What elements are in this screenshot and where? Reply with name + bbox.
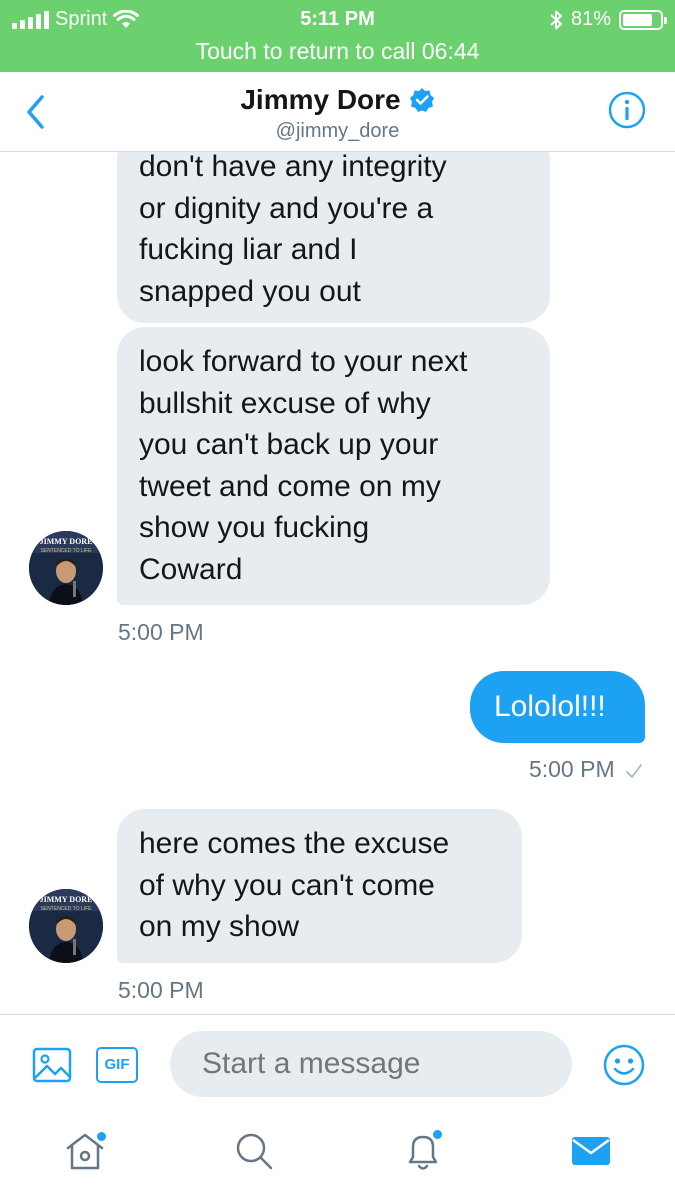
svg-text:JIMMY DORE: JIMMY DORE	[40, 895, 93, 904]
photo-icon[interactable]	[32, 1045, 72, 1085]
notification-dot	[97, 1132, 106, 1141]
message-input[interactable]	[170, 1031, 572, 1097]
avatar-image: JIMMY DORE SENTENCED TO LIFE	[29, 531, 103, 605]
message-composer: GIF	[0, 1014, 675, 1114]
emoji-icon[interactable]	[602, 1043, 646, 1087]
conversation-thread[interactable]: don't have any integrity or dignity and …	[0, 152, 675, 1014]
battery-icon	[619, 9, 667, 30]
return-to-call-banner[interactable]: Touch to return to call 06:44	[0, 38, 675, 65]
svg-text:SENTENCED TO LIFE: SENTENCED TO LIFE	[41, 906, 93, 912]
bluetooth-icon	[550, 10, 562, 29]
verified-badge-icon	[409, 88, 434, 112]
conversation-header: Jimmy Dore @jimmy_dore	[0, 72, 675, 152]
tab-messages[interactable]	[568, 1128, 614, 1174]
avatar[interactable]: JIMMY DORE SENTENCED TO LIFE	[29, 531, 103, 605]
message-bubble-outgoing[interactable]: Lololol!!!	[470, 671, 645, 743]
avatar-image: JIMMY DORE SENTENCED TO LIFE	[29, 889, 103, 963]
contact-name: Jimmy Dore	[240, 84, 401, 115]
status-bar[interactable]: Sprint 5:11 PM 81% Touch to return to ca…	[0, 0, 675, 72]
envelope-icon	[572, 1137, 610, 1165]
tab-search[interactable]	[231, 1128, 277, 1174]
tab-notifications[interactable]	[400, 1128, 446, 1174]
tab-home[interactable]	[62, 1128, 108, 1174]
notification-dot	[433, 1130, 442, 1139]
message-bubble[interactable]: don't have any integrity or dignity and …	[117, 152, 550, 323]
info-icon[interactable]	[607, 90, 647, 130]
message-timestamp: 5:00 PM	[118, 977, 204, 1003]
search-icon	[236, 1133, 273, 1170]
svg-text:SENTENCED TO LIFE: SENTENCED TO LIFE	[41, 548, 93, 554]
gif-button[interactable]: GIF	[96, 1047, 138, 1083]
checkmark-icon	[626, 764, 642, 778]
bottom-tab-bar	[0, 1114, 675, 1200]
avatar[interactable]: JIMMY DORE SENTENCED TO LIFE	[29, 889, 103, 963]
message-bubble[interactable]: look forward to your next bullshit excus…	[117, 327, 550, 605]
message-bubble[interactable]: here comes the excuse of why you can't c…	[117, 809, 522, 963]
message-timestamp: 5:00 PM	[529, 756, 643, 783]
battery-percent: 81%	[570, 8, 611, 30]
message-timestamp: 5:00 PM	[118, 619, 204, 645]
contact-handle: @jimmy_dore	[275, 120, 400, 142]
svg-text:JIMMY DORE: JIMMY DORE	[40, 537, 93, 546]
page-title: Jimmy Dore	[240, 84, 434, 116]
